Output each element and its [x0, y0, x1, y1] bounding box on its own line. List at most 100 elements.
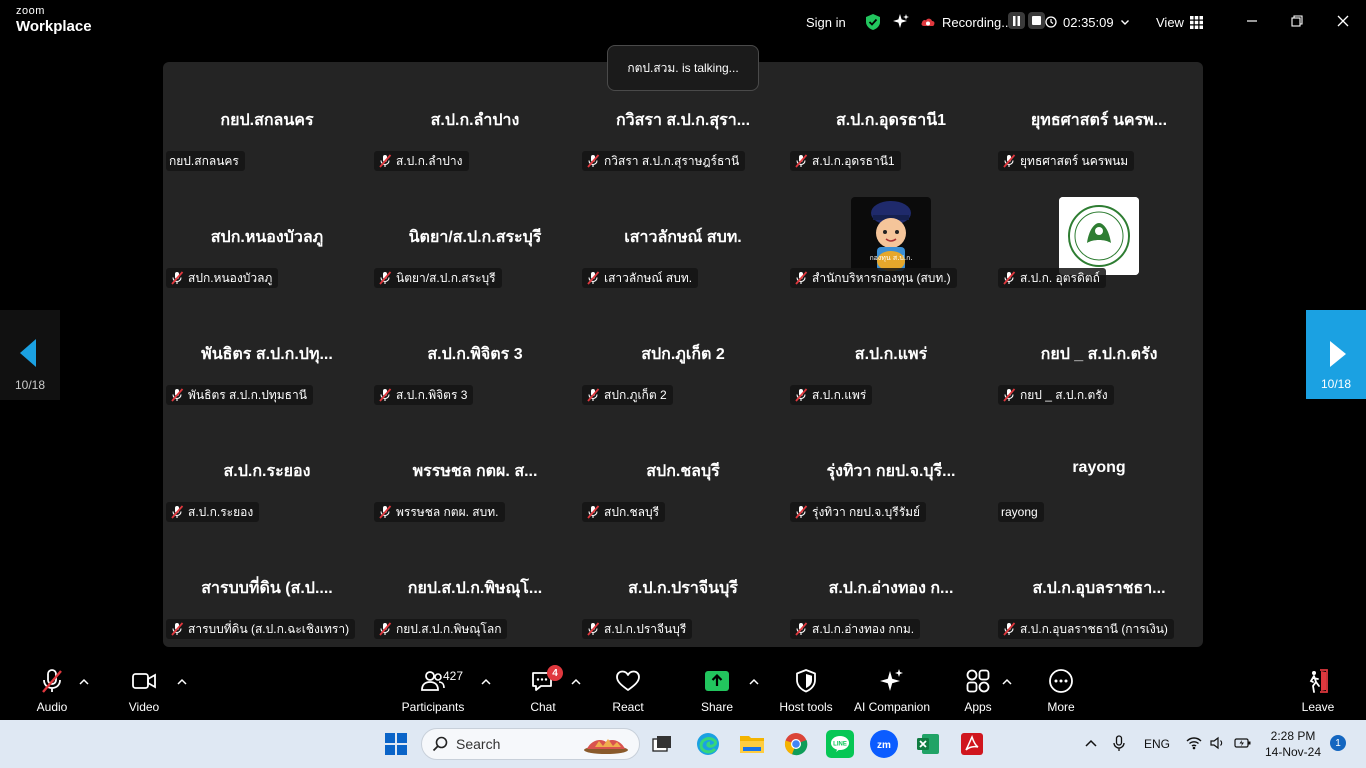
participant-name-label: ส.ป.ก.อุบลราชธานี (การเงิน): [1020, 621, 1168, 636]
share-screen-button[interactable]: Share: [677, 668, 757, 714]
excel-app-icon[interactable]: [914, 730, 942, 758]
participant-display-name: เสาวลักษณ์ สบท.: [624, 229, 742, 246]
participant-tile[interactable]: ยุทธศาสตร์ นครพ... ยุทธศาสตร์ นครพนม: [995, 62, 1203, 179]
participant-display-name: ส.ป.ก.พิจิตร 3: [427, 346, 523, 363]
ai-sparkle-icon[interactable]: [892, 12, 910, 32]
taskbar-clock[interactable]: 2:28 PM 14-Nov-24: [1262, 728, 1324, 760]
participant-tile[interactable]: นิตยา/ส.ป.ก.สระบุรี นิตยา/ส.ป.ก.สระบุรี: [371, 179, 579, 296]
participant-tile[interactable]: สารบบที่ดิน (ส.ป.... สารบบที่ดิน (ส.ป.ก.ฉ…: [163, 530, 371, 647]
next-page-button[interactable]: 10/18: [1306, 310, 1366, 399]
participant-tile[interactable]: สปก.หนองบัวลภู สปก.หนองบัวลภู: [163, 179, 371, 296]
stop-recording-button[interactable]: [1028, 12, 1045, 29]
participant-tile[interactable]: กยป.สกลนคร กยป.สกลนคร: [163, 62, 371, 179]
stop-icon: [1032, 16, 1041, 25]
participant-name-tag: ส.ป.ก.อุดรธานี1: [790, 151, 901, 171]
participant-name-label: กยป.ส.ป.ก.พิษณุโลก: [396, 621, 502, 636]
file-explorer-icon[interactable]: [738, 730, 766, 758]
participant-tile[interactable]: ส.ป.ก.พิจิตร 3 ส.ป.ก.พิจิตร 3: [371, 296, 579, 413]
participant-tile[interactable]: rayong rayong: [995, 413, 1203, 530]
participant-display-name: ส.ป.ก.อ่างทอง ก...: [828, 580, 954, 597]
participant-tile[interactable]: สปก.ภูเก็ต 2 สปก.ภูเก็ต 2: [579, 296, 787, 413]
chat-options-chevron-icon[interactable]: [570, 676, 582, 688]
participant-name-tag: ยุทธศาสตร์ นครพนม: [998, 151, 1135, 171]
participants-button[interactable]: Participants 427: [393, 668, 473, 714]
participants-options-chevron-icon[interactable]: [480, 676, 492, 688]
react-button[interactable]: React: [588, 668, 668, 714]
show-hidden-icons-chevron-icon[interactable]: [1084, 737, 1098, 749]
recording-status[interactable]: Recording...: [920, 12, 1012, 32]
input-language-indicator[interactable]: ENG: [1144, 737, 1170, 751]
minimize-button[interactable]: [1240, 10, 1264, 32]
participant-tile[interactable]: พันธิตร ส.ป.ก.ปทุ... พันธิตร ส.ป.ก.ปทุมธา…: [163, 296, 371, 413]
participant-tile[interactable]: สปก.ชลบุรี สปก.ชลบุรี: [579, 413, 787, 530]
view-button[interactable]: View: [1156, 12, 1203, 32]
participant-name-tag: ส.ป.ก.อุบลราชธานี (การเงิน): [998, 619, 1174, 639]
volume-icon[interactable]: [1210, 736, 1226, 750]
encryption-shield-icon[interactable]: [864, 12, 882, 32]
task-view-icon[interactable]: [648, 730, 676, 758]
wifi-icon[interactable]: [1186, 736, 1202, 750]
more-button[interactable]: More: [1021, 668, 1101, 714]
taskbar-search[interactable]: Search: [421, 728, 640, 760]
participant-tile[interactable]: ส.ป.ก.แพร่ ส.ป.ก.แพร่: [787, 296, 995, 413]
ai-companion-button[interactable]: AI Companion: [846, 668, 938, 714]
participant-tile[interactable]: ส.ป.ก.ลำปาง ส.ป.ก.ลำปาง: [371, 62, 579, 179]
battery-charging-icon[interactable]: [1234, 736, 1252, 750]
participant-tile[interactable]: ส.ป.ก. อุตรดิตถ์: [995, 179, 1203, 296]
participant-tile[interactable]: รุ่งทิวา กยป.จ.บุรี... รุ่งทิวา กยป.จ.บุร…: [787, 413, 995, 530]
participant-tile[interactable]: กยป.ส.ป.ก.พิษณุโ... กยป.ส.ป.ก.พิษณุโลก: [371, 530, 579, 647]
start-button[interactable]: [382, 730, 410, 758]
participant-name-tag: เสาวลักษณ์ สบท.: [582, 268, 699, 288]
participant-tile[interactable]: ส.ป.ก.อุดรธานี1 ส.ป.ก.อุดรธานี1: [787, 62, 995, 179]
previous-page-button[interactable]: 10/18: [0, 310, 60, 400]
apps-options-chevron-icon[interactable]: [1001, 676, 1013, 688]
share-options-chevron-icon[interactable]: [748, 676, 760, 688]
participant-tile[interactable]: ส.ป.ก.อุบลราชธา... ส.ป.ก.อุบลราชธานี (การ…: [995, 530, 1203, 647]
video-options-chevron-icon[interactable]: [176, 676, 188, 688]
participant-tile[interactable]: ส.ป.ก.ปราจีนบุรี ส.ป.ก.ปราจีนบุรี: [579, 530, 787, 647]
participant-tile[interactable]: ส.ป.ก.ระยอง ส.ป.ก.ระยอง: [163, 413, 371, 530]
close-button[interactable]: [1331, 10, 1355, 32]
zoom-app-icon[interactable]: zm: [870, 730, 898, 758]
microphone-muted-icon: [1003, 154, 1016, 168]
participant-tile[interactable]: พรรษชล กตผ. ส... พรรษชล กตผ. สบท.: [371, 413, 579, 530]
participant-tile[interactable]: เสาวลักษณ์ สบท. เสาวลักษณ์ สบท.: [579, 179, 787, 296]
participant-name-label: ส.ป.ก.ปราจีนบุรี: [604, 621, 687, 636]
participant-tile[interactable]: กองทุน ส.ป.ก. สำนักบริหารกองทุน (สบท.): [787, 179, 995, 296]
svg-text:LINE: LINE: [833, 742, 847, 748]
participant-display-name: พรรษชล กตผ. ส...: [412, 463, 538, 480]
leave-meeting-button[interactable]: Leave: [1278, 668, 1358, 714]
video-button[interactable]: Video: [104, 668, 184, 714]
participant-name-label: ส.ป.ก.แพร่: [812, 387, 867, 402]
participant-display-name: สปก.ภูเก็ต 2: [641, 346, 725, 363]
participant-avatar: กองทุน ส.ป.ก.: [851, 197, 931, 275]
participant-name-tag: พรรษชล กตผ. สบท.: [374, 502, 505, 522]
sign-in-button[interactable]: Sign in: [806, 12, 846, 32]
apps-button[interactable]: Apps: [938, 668, 1018, 714]
audio-button[interactable]: Audio: [12, 668, 92, 714]
participant-name-tag: ส.ป.ก.ปราจีนบุรี: [582, 619, 693, 639]
shield-icon: [796, 669, 816, 693]
line-app-icon[interactable]: LINE: [826, 730, 854, 758]
participant-display-name: กยป.สกลนคร: [220, 112, 314, 129]
participant-name-label: พรรษชล กตผ. สบท.: [396, 504, 499, 519]
pause-recording-button[interactable]: [1008, 12, 1025, 29]
notification-count-badge[interactable]: 1: [1330, 735, 1346, 751]
acrobat-app-icon[interactable]: [958, 730, 986, 758]
participant-display-name: ส.ป.ก.แพร่: [854, 346, 928, 363]
participant-name-tag: ส.ป.ก.พิจิตร 3: [374, 385, 474, 405]
host-tools-button[interactable]: Host tools: [766, 668, 846, 714]
microphone-muted-icon: [795, 271, 808, 285]
meeting-timer[interactable]: 02:35:09: [1045, 12, 1130, 32]
chat-button[interactable]: Chat 4: [503, 665, 583, 714]
microphone-tray-icon[interactable]: [1112, 735, 1126, 753]
participant-tile[interactable]: ส.ป.ก.อ่างทอง ก... ส.ป.ก.อ่างทอง กกม.: [787, 530, 995, 647]
microphone-muted-icon: [379, 505, 392, 519]
participant-name-label: สปก.ภูเก็ต 2: [604, 387, 667, 402]
chrome-browser-icon[interactable]: [782, 730, 810, 758]
audio-options-chevron-icon[interactable]: [78, 676, 90, 688]
participant-tile[interactable]: กยป _ ส.ป.ก.ตรัง กยป _ ส.ป.ก.ตรัง: [995, 296, 1203, 413]
edge-browser-icon[interactable]: [694, 730, 722, 758]
maximize-button[interactable]: [1285, 10, 1309, 32]
participant-display-name: กวิสรา ส.ป.ก.สุรา...: [615, 112, 751, 129]
